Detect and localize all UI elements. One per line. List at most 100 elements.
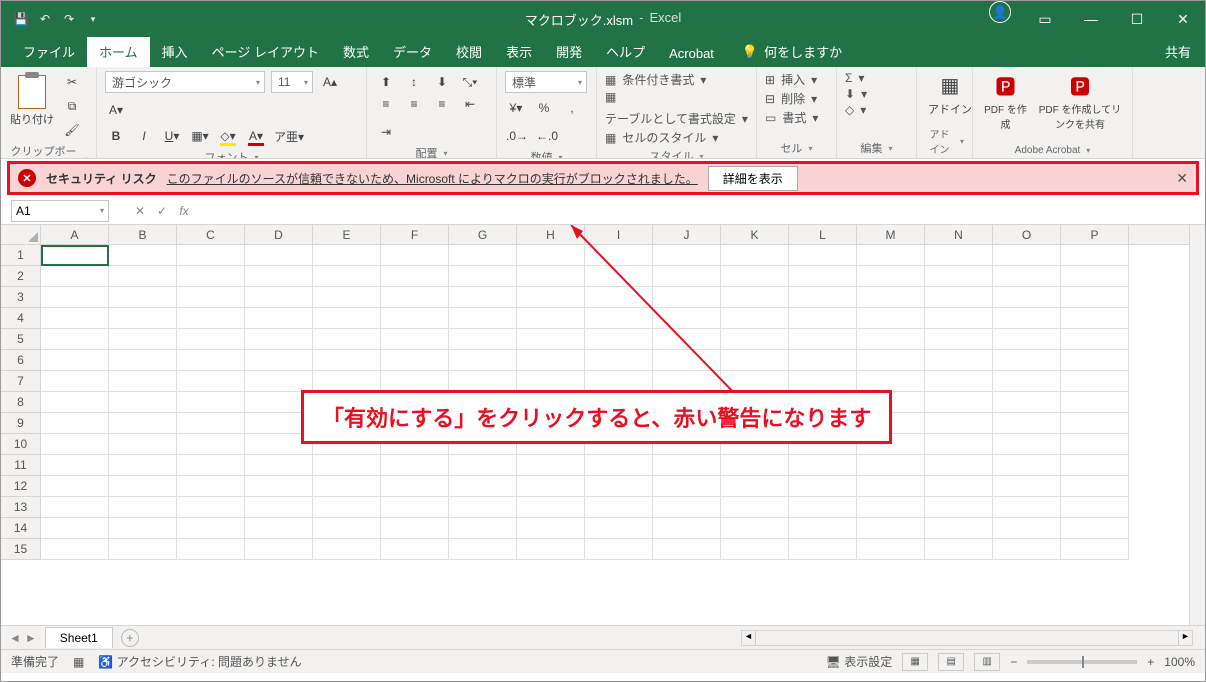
sheet-nav-next-icon[interactable]: ► <box>25 631 37 645</box>
name-box[interactable]: A1 <box>11 200 109 222</box>
close-button[interactable]: ✕ <box>1161 1 1205 37</box>
align-bottom-icon[interactable]: ⬇ <box>431 71 453 93</box>
show-details-button[interactable]: 詳細を表示 <box>708 166 798 191</box>
cell[interactable] <box>245 497 313 518</box>
column-header[interactable]: D <box>245 225 313 244</box>
cell[interactable] <box>517 266 585 287</box>
cancel-formula-icon[interactable]: ✕ <box>129 204 151 218</box>
cell[interactable] <box>177 497 245 518</box>
cell[interactable] <box>789 287 857 308</box>
cell[interactable] <box>925 245 993 266</box>
column-header[interactable]: A <box>41 225 109 244</box>
cell[interactable] <box>721 476 789 497</box>
cell[interactable] <box>41 413 109 434</box>
fill-color-button[interactable]: ◇▾ <box>217 125 239 147</box>
tab-data[interactable]: データ <box>381 36 444 67</box>
cell[interactable] <box>381 476 449 497</box>
cell[interactable] <box>381 371 449 392</box>
cell[interactable] <box>517 497 585 518</box>
zoom-slider[interactable] <box>1027 660 1137 664</box>
cell[interactable] <box>721 350 789 371</box>
tab-developer[interactable]: 開発 <box>544 36 594 67</box>
tab-file[interactable]: ファイル <box>11 36 87 67</box>
row-header[interactable]: 10 <box>1 434 41 455</box>
cell[interactable] <box>857 455 925 476</box>
cell[interactable] <box>857 476 925 497</box>
cell[interactable] <box>517 350 585 371</box>
cell[interactable] <box>993 350 1061 371</box>
sheet-tab[interactable]: Sheet1 <box>45 627 113 648</box>
row-header[interactable]: 4 <box>1 308 41 329</box>
security-close-icon[interactable]: ✕ <box>1176 170 1188 187</box>
cell[interactable] <box>41 518 109 539</box>
cell[interactable] <box>177 329 245 350</box>
cell[interactable] <box>41 287 109 308</box>
cell[interactable] <box>993 497 1061 518</box>
cell[interactable] <box>653 455 721 476</box>
cell[interactable] <box>721 539 789 560</box>
cell[interactable] <box>449 245 517 266</box>
maximize-button[interactable]: ☐ <box>1115 1 1159 37</box>
cell[interactable] <box>1061 245 1129 266</box>
cell[interactable] <box>585 266 653 287</box>
formula-input[interactable] <box>195 200 1205 222</box>
cell[interactable] <box>857 287 925 308</box>
cell[interactable] <box>41 308 109 329</box>
create-pdf-button[interactable]: 🅿 PDF を作成 <box>981 71 1030 131</box>
decrease-indent-icon[interactable]: ⇤ <box>459 93 481 115</box>
cell[interactable] <box>993 476 1061 497</box>
cell[interactable] <box>925 266 993 287</box>
cell[interactable] <box>925 434 993 455</box>
cell[interactable] <box>381 329 449 350</box>
row-header[interactable]: 5 <box>1 329 41 350</box>
cell[interactable] <box>449 350 517 371</box>
cell[interactable] <box>925 518 993 539</box>
macro-record-icon[interactable]: ▦ <box>73 655 84 669</box>
increase-decimal-icon[interactable]: .0→ <box>505 125 529 147</box>
cell[interactable] <box>585 455 653 476</box>
cell[interactable] <box>925 329 993 350</box>
cell[interactable] <box>925 287 993 308</box>
cell[interactable] <box>517 371 585 392</box>
accounting-format-icon[interactable]: ¥▾ <box>505 97 527 119</box>
add-sheet-button[interactable]: + <box>121 629 139 647</box>
cell[interactable] <box>381 266 449 287</box>
sheet-nav-prev-icon[interactable]: ◄ <box>9 631 21 645</box>
cell[interactable] <box>1061 476 1129 497</box>
align-right-icon[interactable]: ≡ <box>431 93 453 115</box>
cell[interactable] <box>1061 350 1129 371</box>
cell[interactable] <box>381 539 449 560</box>
share-button[interactable]: 共有 <box>1151 36 1205 67</box>
cell[interactable] <box>925 497 993 518</box>
cell[interactable] <box>381 308 449 329</box>
column-header[interactable]: H <box>517 225 585 244</box>
cell[interactable] <box>789 455 857 476</box>
cell[interactable] <box>381 455 449 476</box>
increase-indent-icon[interactable]: ⇥ <box>375 121 397 143</box>
tab-pagelayout[interactable]: ページ レイアウト <box>200 36 331 67</box>
cell[interactable] <box>789 518 857 539</box>
cell[interactable] <box>313 518 381 539</box>
cell[interactable] <box>857 266 925 287</box>
zoom-in-button[interactable]: + <box>1147 655 1154 669</box>
decrease-decimal-icon[interactable]: ←.0 <box>535 125 559 147</box>
format-as-table-button[interactable]: ▦テーブルとして書式設定▾ <box>605 90 748 127</box>
cell[interactable] <box>381 518 449 539</box>
spreadsheet-grid[interactable]: ABCDEFGHIJKLMNOP 123456789101112131415 「… <box>1 225 1205 625</box>
cell[interactable] <box>993 287 1061 308</box>
zoom-out-button[interactable]: − <box>1010 655 1017 669</box>
cell[interactable] <box>109 266 177 287</box>
cell[interactable] <box>245 266 313 287</box>
row-header[interactable]: 6 <box>1 350 41 371</box>
cell[interactable] <box>449 539 517 560</box>
cell[interactable] <box>313 497 381 518</box>
cell[interactable] <box>857 329 925 350</box>
cell[interactable] <box>993 245 1061 266</box>
cell[interactable] <box>41 476 109 497</box>
cell[interactable] <box>789 329 857 350</box>
cell[interactable] <box>1061 518 1129 539</box>
cell[interactable] <box>1061 308 1129 329</box>
cell[interactable] <box>1061 413 1129 434</box>
select-all-corner[interactable] <box>1 225 41 244</box>
cell[interactable] <box>789 539 857 560</box>
